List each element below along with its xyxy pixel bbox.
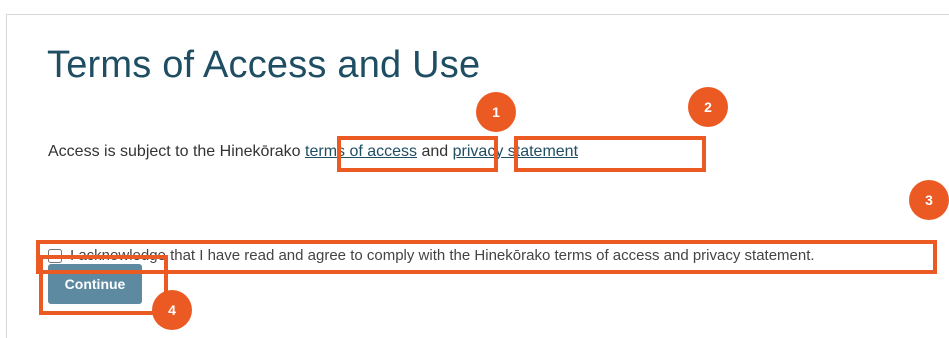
- annotation-badge-1: 1: [476, 92, 516, 132]
- access-prefix: Access is subject to the Hinekōrako: [48, 143, 306, 160]
- acknowledge-row[interactable]: I acknowledge that I have read and agree…: [48, 247, 815, 264]
- continue-button[interactable]: Continue: [48, 264, 142, 304]
- access-statement: Access is subject to the Hinekōrako term…: [48, 143, 578, 161]
- access-middle: and: [417, 143, 453, 160]
- terms-of-access-link[interactable]: terms of access: [305, 143, 417, 160]
- acknowledge-label: I acknowledge that I have read and agree…: [70, 247, 815, 264]
- annotation-badge-2: 2: [688, 87, 728, 127]
- annotation-badge-3: 3: [909, 180, 949, 220]
- acknowledge-checkbox[interactable]: [48, 248, 62, 263]
- privacy-statement-link[interactable]: privacy statement: [453, 143, 578, 160]
- annotation-badge-4: 4: [152, 290, 192, 330]
- page-title: Terms of Access and Use: [47, 44, 481, 86]
